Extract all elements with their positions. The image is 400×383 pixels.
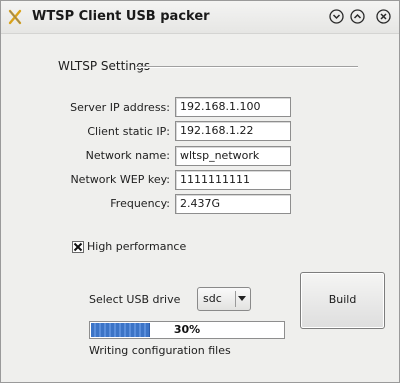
progress-percent: 30% [173, 323, 201, 336]
high-performance-label[interactable]: High performance [87, 240, 186, 253]
client-ip-label: Client static IP: [87, 125, 170, 138]
maximize-icon[interactable] [350, 9, 365, 24]
wep-key-label: Network WEP key: [70, 173, 170, 186]
window-title: WTSP Client USB packer [32, 9, 210, 24]
dropdown-arrow-icon[interactable] [238, 296, 246, 302]
status-message: Writing configuration files [89, 344, 231, 357]
title-bar[interactable]: WTSP Client USB packer [1, 1, 399, 34]
network-name-label: Network name: [85, 149, 170, 162]
network-name-input[interactable]: wltsp_network [175, 146, 291, 166]
group-divider [136, 66, 358, 68]
build-button-label: Build [328, 293, 357, 306]
checkmark-icon [73, 242, 83, 252]
client-ip-input[interactable]: 192.168.1.22 [175, 121, 291, 141]
usb-drive-select[interactable]: sdc [197, 287, 251, 311]
combo-separator [235, 291, 236, 307]
frequency-input[interactable]: 2.437G [175, 194, 291, 214]
server-ip-input[interactable]: 192.168.1.100 [175, 97, 291, 117]
close-icon[interactable] [376, 9, 391, 24]
app-x-icon [8, 9, 22, 25]
wep-key-input[interactable]: 1111111111 [175, 170, 291, 190]
progress-bar: 30% [89, 321, 285, 339]
build-button[interactable]: Build [300, 272, 385, 329]
usb-drive-label: Select USB drive [89, 293, 181, 306]
frequency-label: Frequency: [110, 197, 170, 210]
usb-drive-value: sdc [203, 292, 222, 305]
minimize-icon[interactable] [329, 9, 344, 24]
server-ip-label: Server IP address: [70, 101, 170, 114]
high-performance-checkbox[interactable] [72, 241, 84, 253]
app-window: WTSP Client USB packer WLTSP Settings Se… [0, 0, 400, 383]
